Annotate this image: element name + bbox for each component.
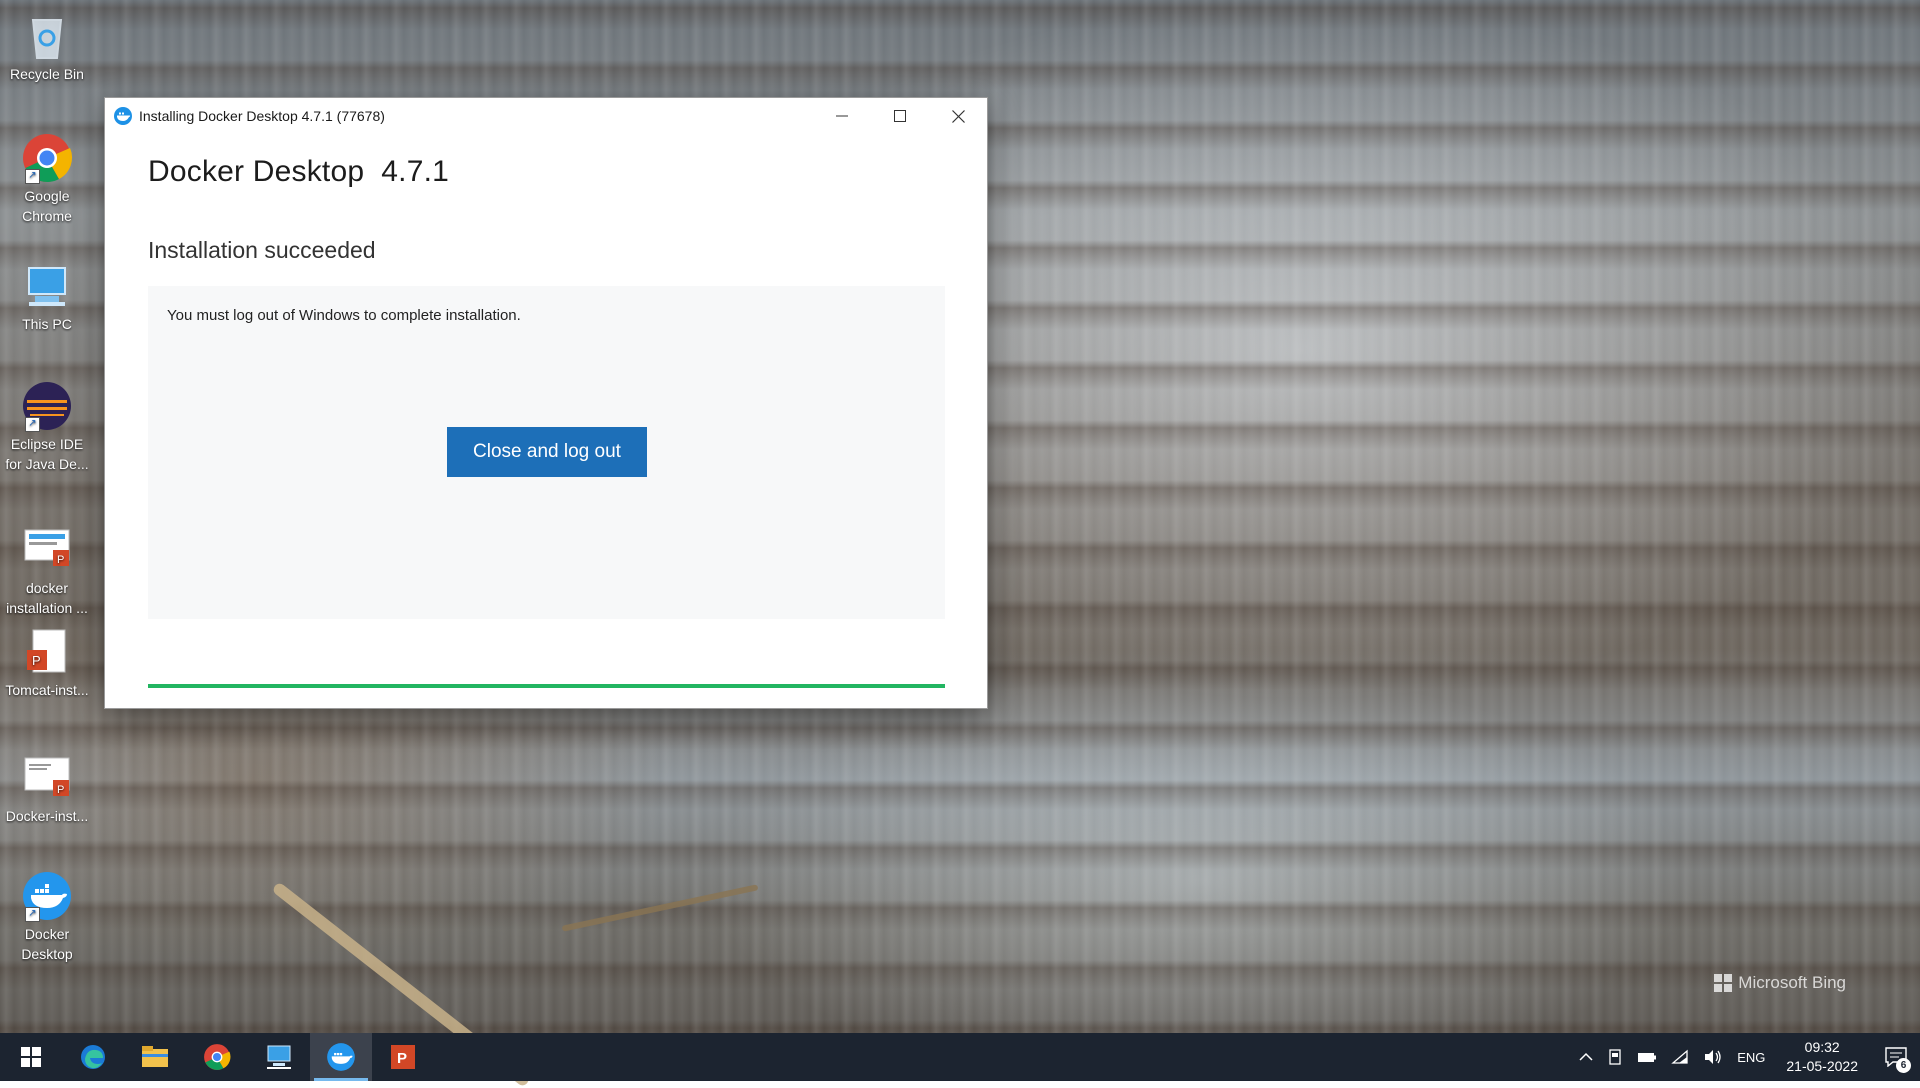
svg-text:P: P (57, 784, 64, 796)
powerpoint-file-icon: P (21, 524, 73, 576)
shortcut-arrow-icon: ↗ (25, 169, 40, 184)
desktop-icon-label: Recycle Bin (10, 66, 84, 82)
desktop-icon-label: Eclipse IDE for Java De... (5, 436, 89, 472)
desktop-icon-docker-inst[interactable]: P Docker-inst... (2, 752, 92, 826)
computer-icon (21, 260, 73, 312)
desktop-icon-tomcat-install[interactable]: P Tomcat-inst... (2, 626, 92, 700)
windows-logo-icon (1714, 974, 1733, 992)
volume-button[interactable] (1696, 1049, 1730, 1065)
desktop-icon-chrome[interactable]: ↗ Google Chrome (2, 132, 92, 226)
desktop-icon-label: Docker Desktop (21, 926, 73, 962)
chevron-up-icon (1579, 1052, 1593, 1061)
maximize-icon (894, 110, 906, 122)
desktop-icon-docker-desktop[interactable]: ↗ Docker Desktop (2, 870, 92, 964)
minimize-button[interactable] (813, 98, 871, 134)
remote-desktop-icon (267, 1045, 291, 1069)
desktop-icon-eclipse[interactable]: ↗ Eclipse IDE for Java De... (2, 380, 92, 474)
shortcut-arrow-icon: ↗ (25, 907, 40, 922)
svg-text:P: P (32, 653, 41, 668)
desktop-icon-label: This PC (22, 316, 72, 332)
device-icon (1609, 1049, 1621, 1065)
taskbar-remote-desktop[interactable] (248, 1033, 310, 1081)
powerpoint-icon: P (391, 1045, 415, 1069)
logout-message: You must log out of Windows to complete … (167, 307, 521, 324)
bing-watermark: Microsoft Bing (1714, 973, 1846, 993)
taskbar-edge[interactable] (62, 1033, 124, 1081)
chrome-icon: ↗ (21, 132, 73, 184)
clock-date: 21-05-2022 (1786, 1058, 1858, 1074)
svg-text:P: P (57, 554, 64, 566)
wallpaper-branch (561, 884, 759, 932)
edge-icon (81, 1045, 105, 1069)
system-tray: ENG 09:32 21-05-2022 6 (1572, 1033, 1920, 1081)
docker-icon: ↗ (21, 870, 73, 922)
desktop-icon-label: docker installation ... (6, 580, 88, 616)
status-heading: Installation succeeded (148, 237, 376, 263)
docker-icon (114, 107, 132, 125)
taskbar-file-explorer[interactable] (124, 1033, 186, 1081)
bing-watermark-label: Microsoft Bing (1738, 973, 1846, 992)
window-titlebar[interactable]: Installing Docker Desktop 4.7.1 (77678) (105, 98, 987, 134)
desktop-icon-label: Google Chrome (22, 188, 72, 224)
svg-text:P: P (397, 1050, 407, 1067)
tray-device-button[interactable] (1600, 1049, 1630, 1065)
minimize-icon (836, 115, 848, 117)
shortcut-arrow-icon: ↗ (25, 417, 40, 432)
powerpoint-file-icon: P (21, 752, 73, 804)
close-button[interactable] (929, 98, 987, 134)
powerpoint-file-icon: P (21, 626, 73, 678)
install-progress-fill (148, 684, 945, 688)
desktop-icon-label: Tomcat-inst... (5, 682, 89, 698)
start-button[interactable] (0, 1033, 62, 1081)
maximize-button[interactable] (871, 98, 929, 134)
close-icon (951, 109, 965, 123)
chrome-icon (204, 1044, 231, 1070)
start-icon (21, 1047, 41, 1067)
battery-button[interactable] (1630, 1050, 1664, 1064)
taskbar-powerpoint[interactable]: P (372, 1033, 434, 1081)
taskbar-chrome[interactable] (186, 1033, 248, 1081)
wifi-icon (1671, 1049, 1688, 1064)
clock[interactable]: 09:32 21-05-2022 (1772, 1038, 1872, 1076)
eclipse-icon: ↗ (21, 380, 73, 432)
recycle-bin-icon (21, 10, 73, 62)
close-and-log-out-button[interactable]: Close and log out (447, 427, 647, 477)
desktop-icon-docker-installation[interactable]: P docker installation ... (2, 524, 92, 618)
clock-time: 09:32 (1804, 1039, 1840, 1055)
language-indicator[interactable]: ENG (1730, 1050, 1772, 1065)
message-panel: You must log out of Windows to complete … (148, 286, 945, 619)
docker-icon (327, 1043, 355, 1071)
product-title: Docker Desktop 4.7.1 (148, 155, 450, 188)
desktop-icon-label: Docker-inst... (5, 808, 89, 824)
notification-count-badge: 6 (1896, 1058, 1911, 1073)
installer-window: Installing Docker Desktop 4.7.1 (77678) … (105, 98, 987, 708)
taskbar: P ENG 09:32 21-05-2022 6 (0, 1033, 1920, 1081)
taskbar-docker[interactable] (310, 1033, 372, 1081)
file-explorer-icon (142, 1046, 168, 1067)
show-hidden-icons-button[interactable] (1572, 1052, 1600, 1062)
action-center-button[interactable]: 6 (1872, 1033, 1920, 1081)
desktop-icon-this-pc[interactable]: This PC (2, 260, 92, 334)
speaker-icon (1705, 1050, 1721, 1064)
window-controls (813, 98, 987, 134)
window-title: Installing Docker Desktop 4.7.1 (77678) (139, 108, 385, 124)
install-progress-bar (148, 684, 945, 688)
battery-icon (1638, 1053, 1657, 1062)
desktop-icon-recycle-bin[interactable]: Recycle Bin (2, 10, 92, 84)
network-button[interactable] (1664, 1049, 1696, 1065)
